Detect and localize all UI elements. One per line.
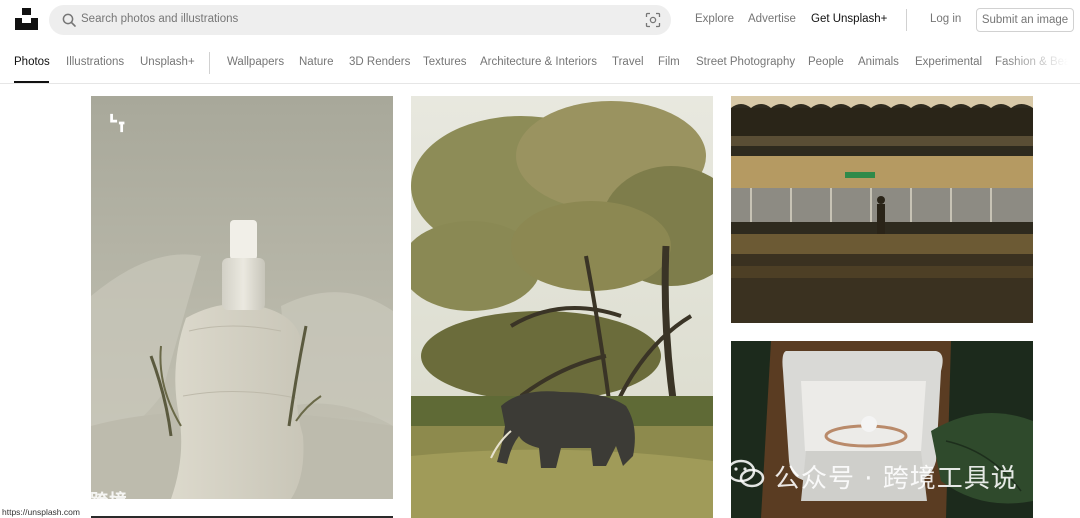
unsplash-logo-icon[interactable]	[15, 8, 38, 30]
tab-3d-renders[interactable]: 3D Renders	[349, 56, 410, 68]
train-station-image	[731, 96, 1033, 323]
search-bar[interactable]: Search photos and illustrations	[49, 5, 671, 35]
search-input[interactable]: Search photos and illustrations	[81, 13, 238, 25]
top-header: Search photos and illustrations Explore …	[0, 0, 1080, 40]
tab-photos[interactable]: Photos	[14, 56, 50, 68]
watermark-left-text: 大数跨境	[52, 491, 128, 512]
tab-animals[interactable]: Animals	[858, 56, 899, 68]
photo-card-skincare-bottle[interactable]	[91, 96, 393, 499]
wechat-icon	[726, 459, 765, 488]
get-unsplash-plus-link[interactable]: Get Unsplash+	[811, 13, 887, 25]
tab-fashion-beauty[interactable]: Fashion & Beauty	[995, 56, 1080, 68]
watermark-right-text: 公众号 · 跨境工具说	[774, 464, 1018, 494]
skincare-bottle-image	[91, 96, 393, 499]
tab-street-photography[interactable]: Street Photography	[696, 56, 795, 68]
tabs-divider	[209, 52, 210, 74]
advertise-link[interactable]: Advertise	[748, 13, 796, 25]
tab-architecture-interiors[interactable]: Architecture & Interiors	[480, 56, 597, 68]
tab-illustrations[interactable]: Illustrations	[66, 56, 124, 68]
submit-image-button[interactable]: Submit an image	[976, 8, 1074, 32]
tab-experimental[interactable]: Experimental	[915, 56, 982, 68]
tab-wallpapers[interactable]: Wallpapers	[227, 56, 284, 68]
tab-people[interactable]: People	[808, 56, 844, 68]
search-icon	[62, 13, 76, 27]
photo-card-train-station[interactable]	[731, 96, 1033, 323]
photo-card-elephant[interactable]	[411, 96, 713, 518]
header-divider	[906, 9, 907, 31]
unsplash-plus-badge-icon	[110, 113, 125, 133]
visual-search-icon[interactable]	[645, 12, 661, 28]
tab-textures[interactable]: Textures	[423, 56, 466, 68]
elephant-savanna-image	[411, 96, 713, 518]
tab-nature[interactable]: Nature	[299, 56, 334, 68]
tab-film[interactable]: Film	[658, 56, 680, 68]
explore-link[interactable]: Explore	[695, 13, 734, 25]
login-link[interactable]: Log in	[930, 13, 961, 25]
tab-travel[interactable]: Travel	[612, 56, 644, 68]
category-tabs: Photos Illustrations Unsplash+ Wallpaper…	[0, 44, 1080, 84]
active-tab-indicator	[14, 81, 49, 83]
tab-unsplash-plus[interactable]: Unsplash+	[140, 56, 195, 68]
